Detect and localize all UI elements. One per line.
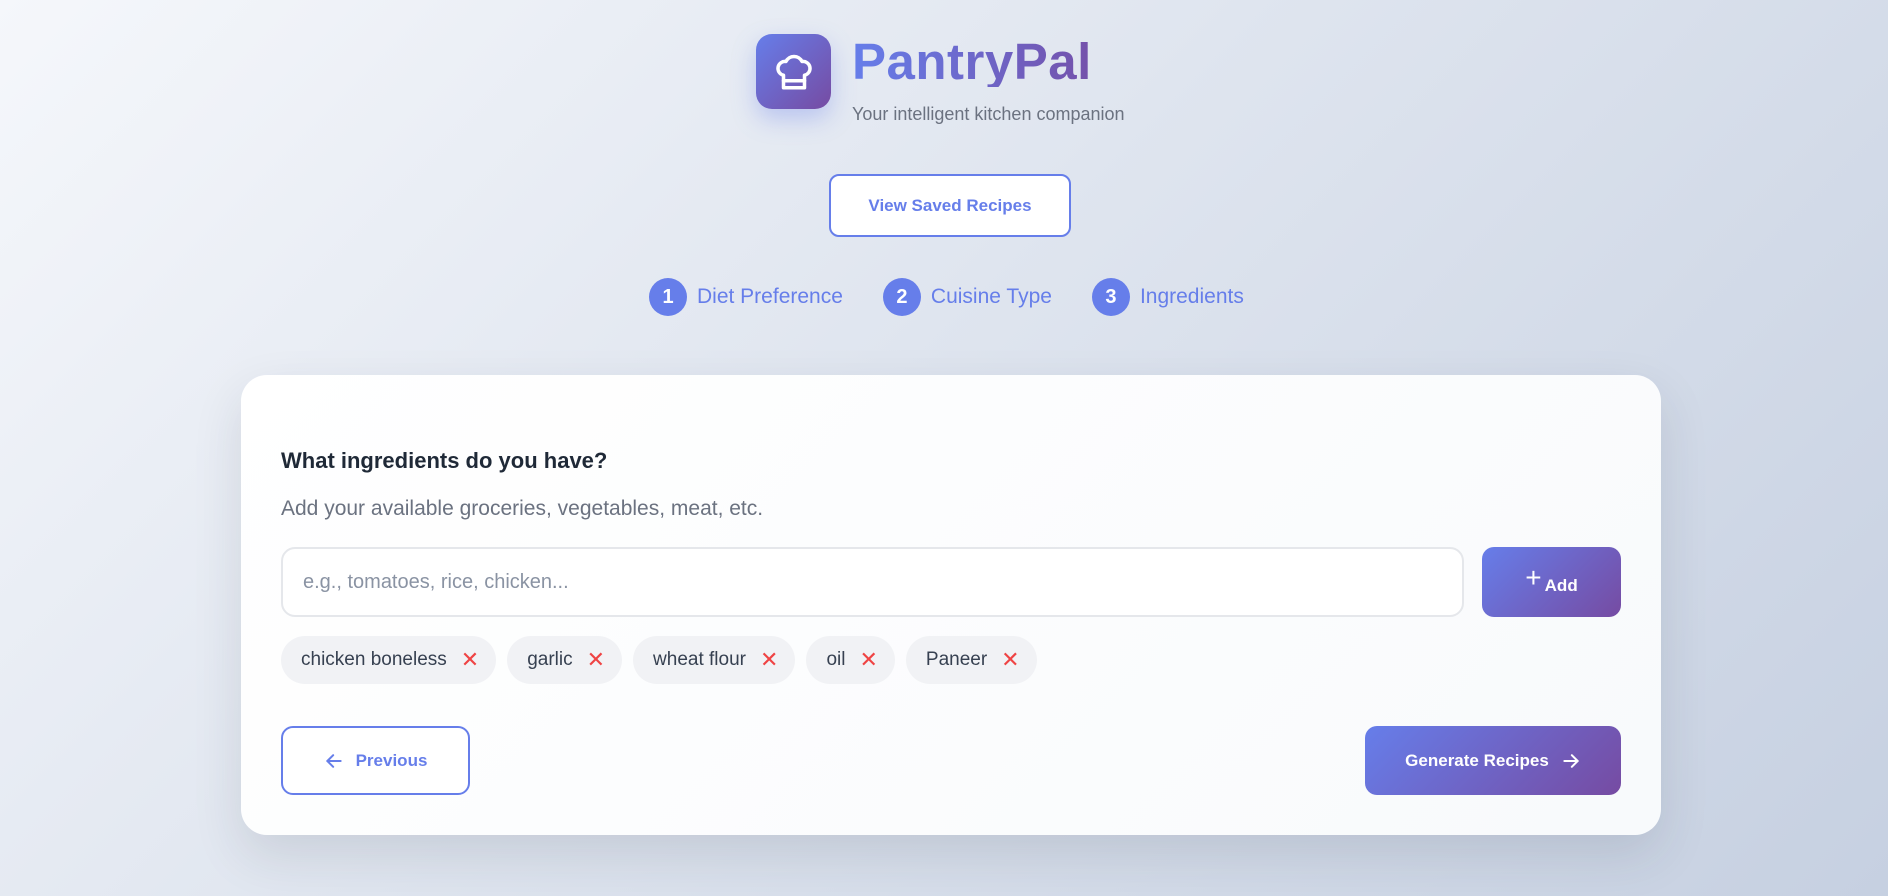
step-label: Ingredients xyxy=(1139,285,1244,308)
step-ingredients[interactable]: 3 Ingredients xyxy=(1091,278,1244,316)
app-subtitle: Your intelligent kitchen companion xyxy=(852,104,1125,124)
remove-icon[interactable]: ✕ xyxy=(760,649,778,671)
step-number: 2 xyxy=(882,278,921,316)
card-title: What ingredients do you have? xyxy=(281,448,608,473)
previous-label: Previous xyxy=(355,750,428,770)
ingredient-chip: chicken boneless ✕ xyxy=(281,636,497,684)
ingredient-input[interactable] xyxy=(281,547,1464,617)
step-cuisine-type[interactable]: 2 Cuisine Type xyxy=(882,278,1052,316)
ingredient-chips: chicken boneless ✕ garlic ✕ wheat flour … xyxy=(281,636,1048,684)
step-label: Cuisine Type xyxy=(930,285,1052,308)
remove-icon[interactable]: ✕ xyxy=(461,649,479,671)
ingredients-card: What ingredients do you have? Add your a… xyxy=(241,375,1661,835)
app-header: PantryPal Your intelligent kitchen compa… xyxy=(756,34,1125,125)
generate-label: Generate Recipes xyxy=(1405,750,1549,770)
view-saved-recipes-button[interactable]: View Saved Recipes xyxy=(829,174,1071,237)
ingredient-chip: wheat flour ✕ xyxy=(633,636,796,684)
ingredient-chip: Paneer ✕ xyxy=(905,636,1037,684)
step-indicator: 1 Diet Preference 2 Cuisine Type 3 Ingre… xyxy=(649,278,1244,316)
arrow-left-icon xyxy=(325,753,342,768)
chip-label: chicken boneless xyxy=(301,649,447,670)
add-button-label: Add xyxy=(1544,576,1578,595)
step-number: 3 xyxy=(1091,278,1130,316)
brand: PantryPal Your intelligent kitchen compa… xyxy=(852,34,1125,125)
step-number: 1 xyxy=(649,278,687,316)
plus-icon: + xyxy=(1525,562,1542,593)
add-ingredient-button[interactable]: + Add xyxy=(1482,547,1621,617)
remove-icon[interactable]: ✕ xyxy=(1001,649,1019,671)
remove-icon[interactable]: ✕ xyxy=(587,649,605,671)
app-title: PantryPal xyxy=(852,36,1125,87)
chip-label: Paneer xyxy=(925,649,988,670)
step-label: Diet Preference xyxy=(697,285,843,308)
chip-label: garlic xyxy=(527,649,573,670)
ingredient-chip: garlic ✕ xyxy=(507,636,623,684)
previous-button[interactable]: Previous xyxy=(281,726,470,795)
chip-label: wheat flour xyxy=(653,649,746,670)
chip-label: oil xyxy=(826,649,846,670)
card-subtitle: Add your available groceries, vegetables… xyxy=(281,497,764,520)
arrow-right-icon xyxy=(1563,753,1579,768)
remove-icon[interactable]: ✕ xyxy=(859,649,877,671)
chef-hat-icon xyxy=(756,34,831,109)
generate-recipes-button[interactable]: Generate Recipes xyxy=(1365,726,1621,795)
step-diet-preference[interactable]: 1 Diet Preference xyxy=(649,278,843,316)
ingredient-chip: oil ✕ xyxy=(806,636,895,684)
